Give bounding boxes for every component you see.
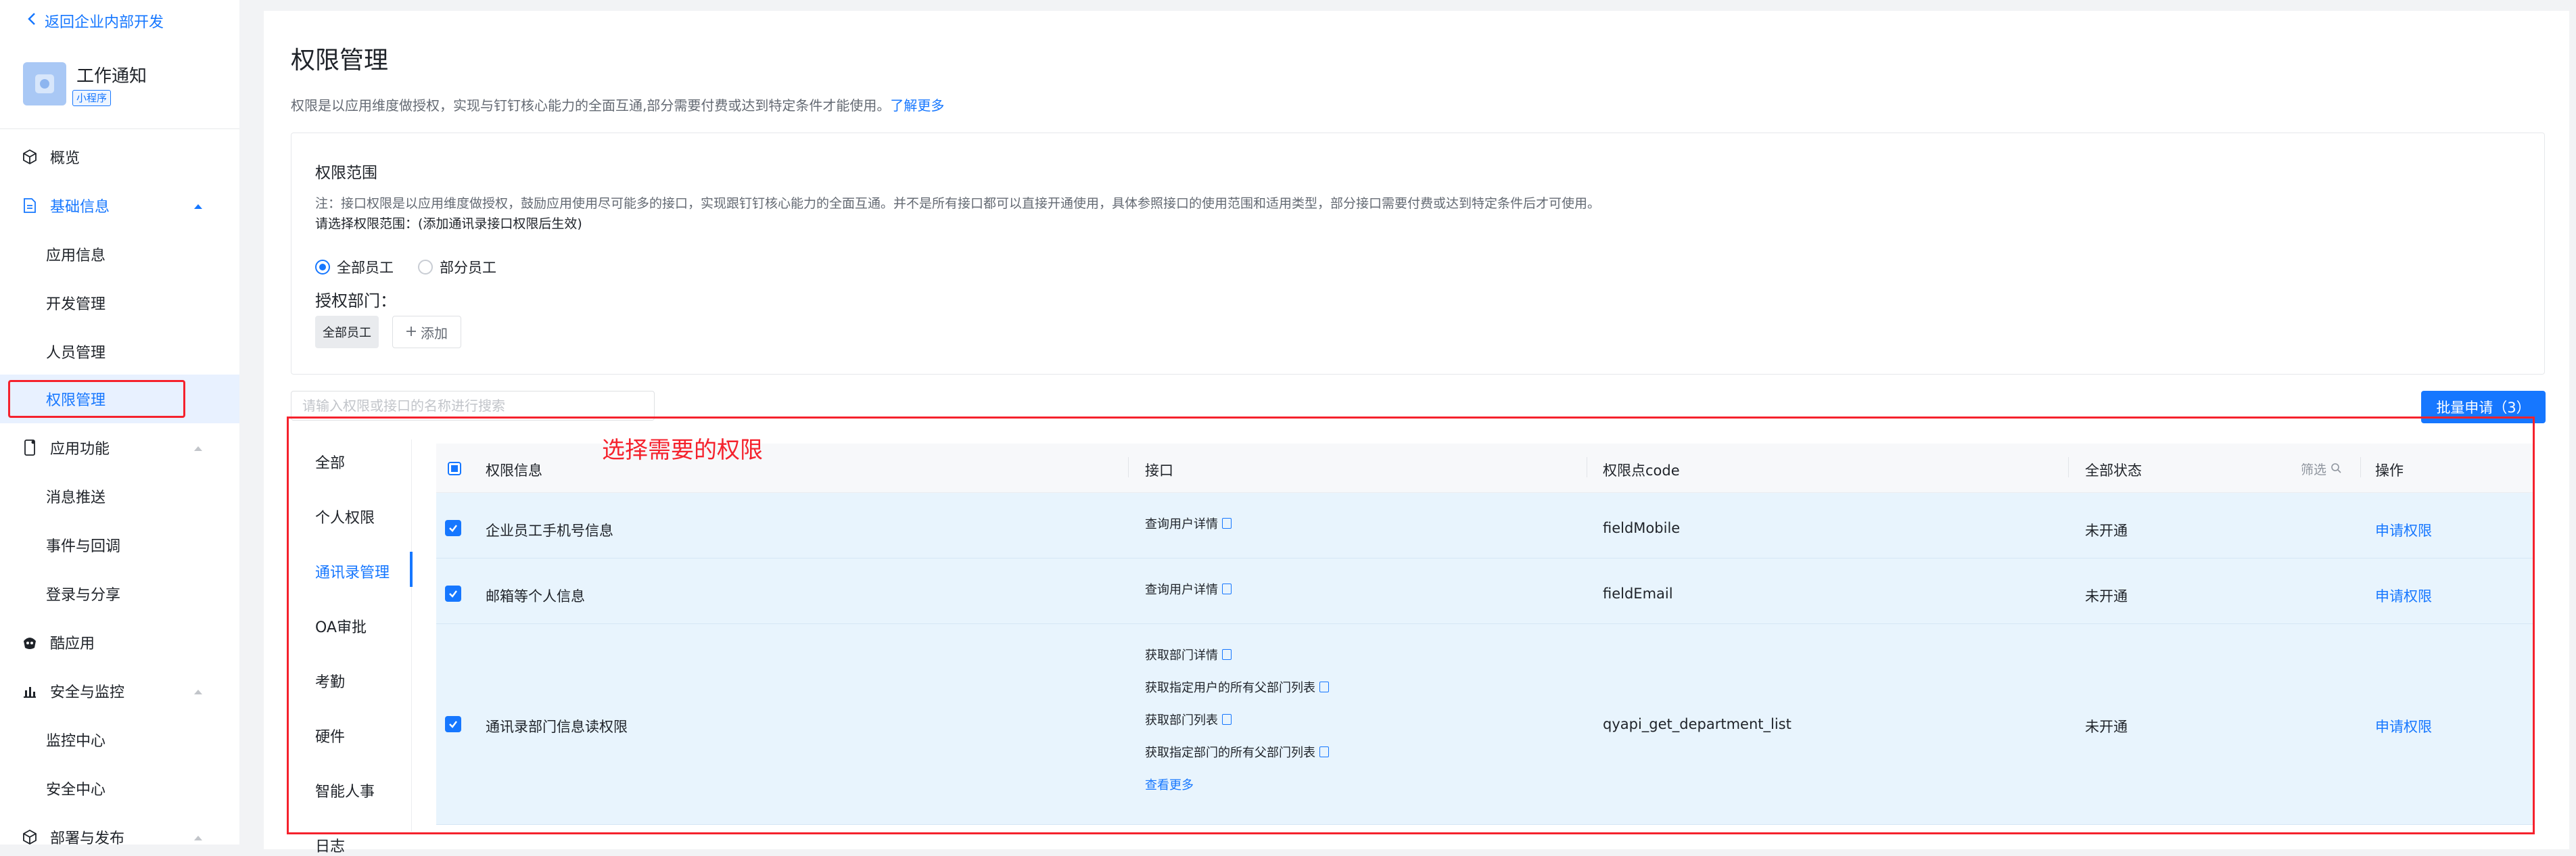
caret-up-icon xyxy=(193,831,203,844)
scope-prompt: 请选择权限范围：(添加通讯录接口权限后生效) xyxy=(315,216,582,231)
back-link[interactable]: 返回企业内部开发 xyxy=(27,7,164,35)
sidebar-item-label: 安全与监控 xyxy=(50,684,125,701)
sidebar-item-label: 应用信息 xyxy=(46,247,106,264)
radio-partial-employees[interactable] xyxy=(418,260,433,275)
sidebar-item-dev-manage[interactable]: 开发管理 xyxy=(0,279,239,327)
sidebar-item-label: 事件与回调 xyxy=(46,538,121,555)
sidebar-item-events[interactable]: 事件与回调 xyxy=(0,521,239,569)
add-dept-button[interactable]: 添加 xyxy=(392,316,461,348)
sidebar: 返回企业内部开发 工作通知 小程序 概览 基础信息 应用信息 开发管理 人员管理… xyxy=(0,0,239,845)
sidebar-item-security-center[interactable]: 安全中心 xyxy=(0,764,239,813)
bar-chart-icon xyxy=(19,680,41,702)
add-dept-label: 添加 xyxy=(421,325,448,341)
radio-all-label: 全部员工 xyxy=(337,260,394,276)
sidebar-item-cool-app[interactable]: 酷应用 xyxy=(0,618,239,667)
radio-all-employees[interactable] xyxy=(315,260,330,275)
sidebar-item-login-share[interactable]: 登录与分享 xyxy=(0,569,239,618)
sidebar-item-label: 部署与发布 xyxy=(50,830,125,845)
learn-more-link[interactable]: 了解更多 xyxy=(890,97,944,114)
cube-icon xyxy=(19,826,41,845)
sidebar-item-label: 登录与分享 xyxy=(46,587,121,604)
plus-icon xyxy=(406,324,417,340)
radio-partial-label: 部分员工 xyxy=(440,260,496,276)
sidebar-item-label: 应用功能 xyxy=(50,441,110,458)
sidebar-item-label: 安全中心 xyxy=(46,782,106,799)
app-type-tag: 小程序 xyxy=(72,90,112,106)
phone-icon xyxy=(19,437,41,458)
sidebar-item-label: 概览 xyxy=(50,150,80,167)
cube-icon xyxy=(19,146,41,168)
page-title: 权限管理 xyxy=(291,47,389,74)
sidebar-divider xyxy=(0,128,239,129)
sidebar-item-deploy-release[interactable]: 部署与发布 xyxy=(0,813,239,845)
category-log[interactable]: 日志 xyxy=(315,834,345,856)
page-description: 权限是以应用维度做授权，实现与钉钉核心能力的全面互通,部分需要付费或达到特定条件… xyxy=(291,95,944,114)
scope-note: 注：接口权限是以应用维度做授权，鼓励应用使用尽可能多的接口，实现跟钉钉核心能力的… xyxy=(315,196,1601,211)
dept-chip: 全部员工 xyxy=(315,316,379,348)
back-link-label: 返回企业内部开发 xyxy=(45,14,164,31)
sidebar-item-security-monitor[interactable]: 安全与监控 xyxy=(0,667,239,715)
sidebar-item-overview[interactable]: 概览 xyxy=(0,133,239,181)
sidebar-item-label: 开发管理 xyxy=(46,296,106,313)
caret-up-icon xyxy=(193,442,203,454)
cool-app-icon xyxy=(19,632,41,653)
permission-scope-panel xyxy=(291,133,2545,375)
caret-up-icon xyxy=(193,199,203,212)
page-description-text: 权限是以应用维度做授权，实现与钉钉核心能力的全面互通,部分需要付费或达到特定条件… xyxy=(291,97,891,114)
sidebar-item-app-info[interactable]: 应用信息 xyxy=(0,230,239,279)
sidebar-item-people-manage[interactable]: 人员管理 xyxy=(0,327,239,376)
sidebar-item-label: 人员管理 xyxy=(46,345,106,362)
sidebar-item-label: 监控中心 xyxy=(46,733,106,750)
highlight-box-permission xyxy=(8,380,185,418)
app-name: 工作通知 xyxy=(76,66,147,87)
sidebar-item-app-features[interactable]: 应用功能 xyxy=(0,423,239,472)
annotation-frame xyxy=(287,417,2535,834)
caret-up-icon xyxy=(193,685,203,698)
sidebar-item-label: 酷应用 xyxy=(50,636,95,652)
sidebar-item-monitor-center[interactable]: 监控中心 xyxy=(0,715,239,764)
sidebar-item-label: 基础信息 xyxy=(50,199,110,216)
authorized-dept-label: 授权部门： xyxy=(315,291,396,310)
sidebar-item-basic-info[interactable]: 基础信息 xyxy=(0,181,239,230)
sidebar-item-label: 消息推送 xyxy=(46,490,106,506)
annotation-text: 选择需要的权限 xyxy=(602,437,763,464)
document-icon xyxy=(19,195,41,216)
scope-title: 权限范围 xyxy=(315,164,377,182)
chevron-left-icon xyxy=(27,12,37,30)
scope-radio-group: 全部员工 部分员工 xyxy=(315,257,496,277)
sidebar-item-message-push[interactable]: 消息推送 xyxy=(0,472,239,521)
app-icon xyxy=(23,62,66,105)
